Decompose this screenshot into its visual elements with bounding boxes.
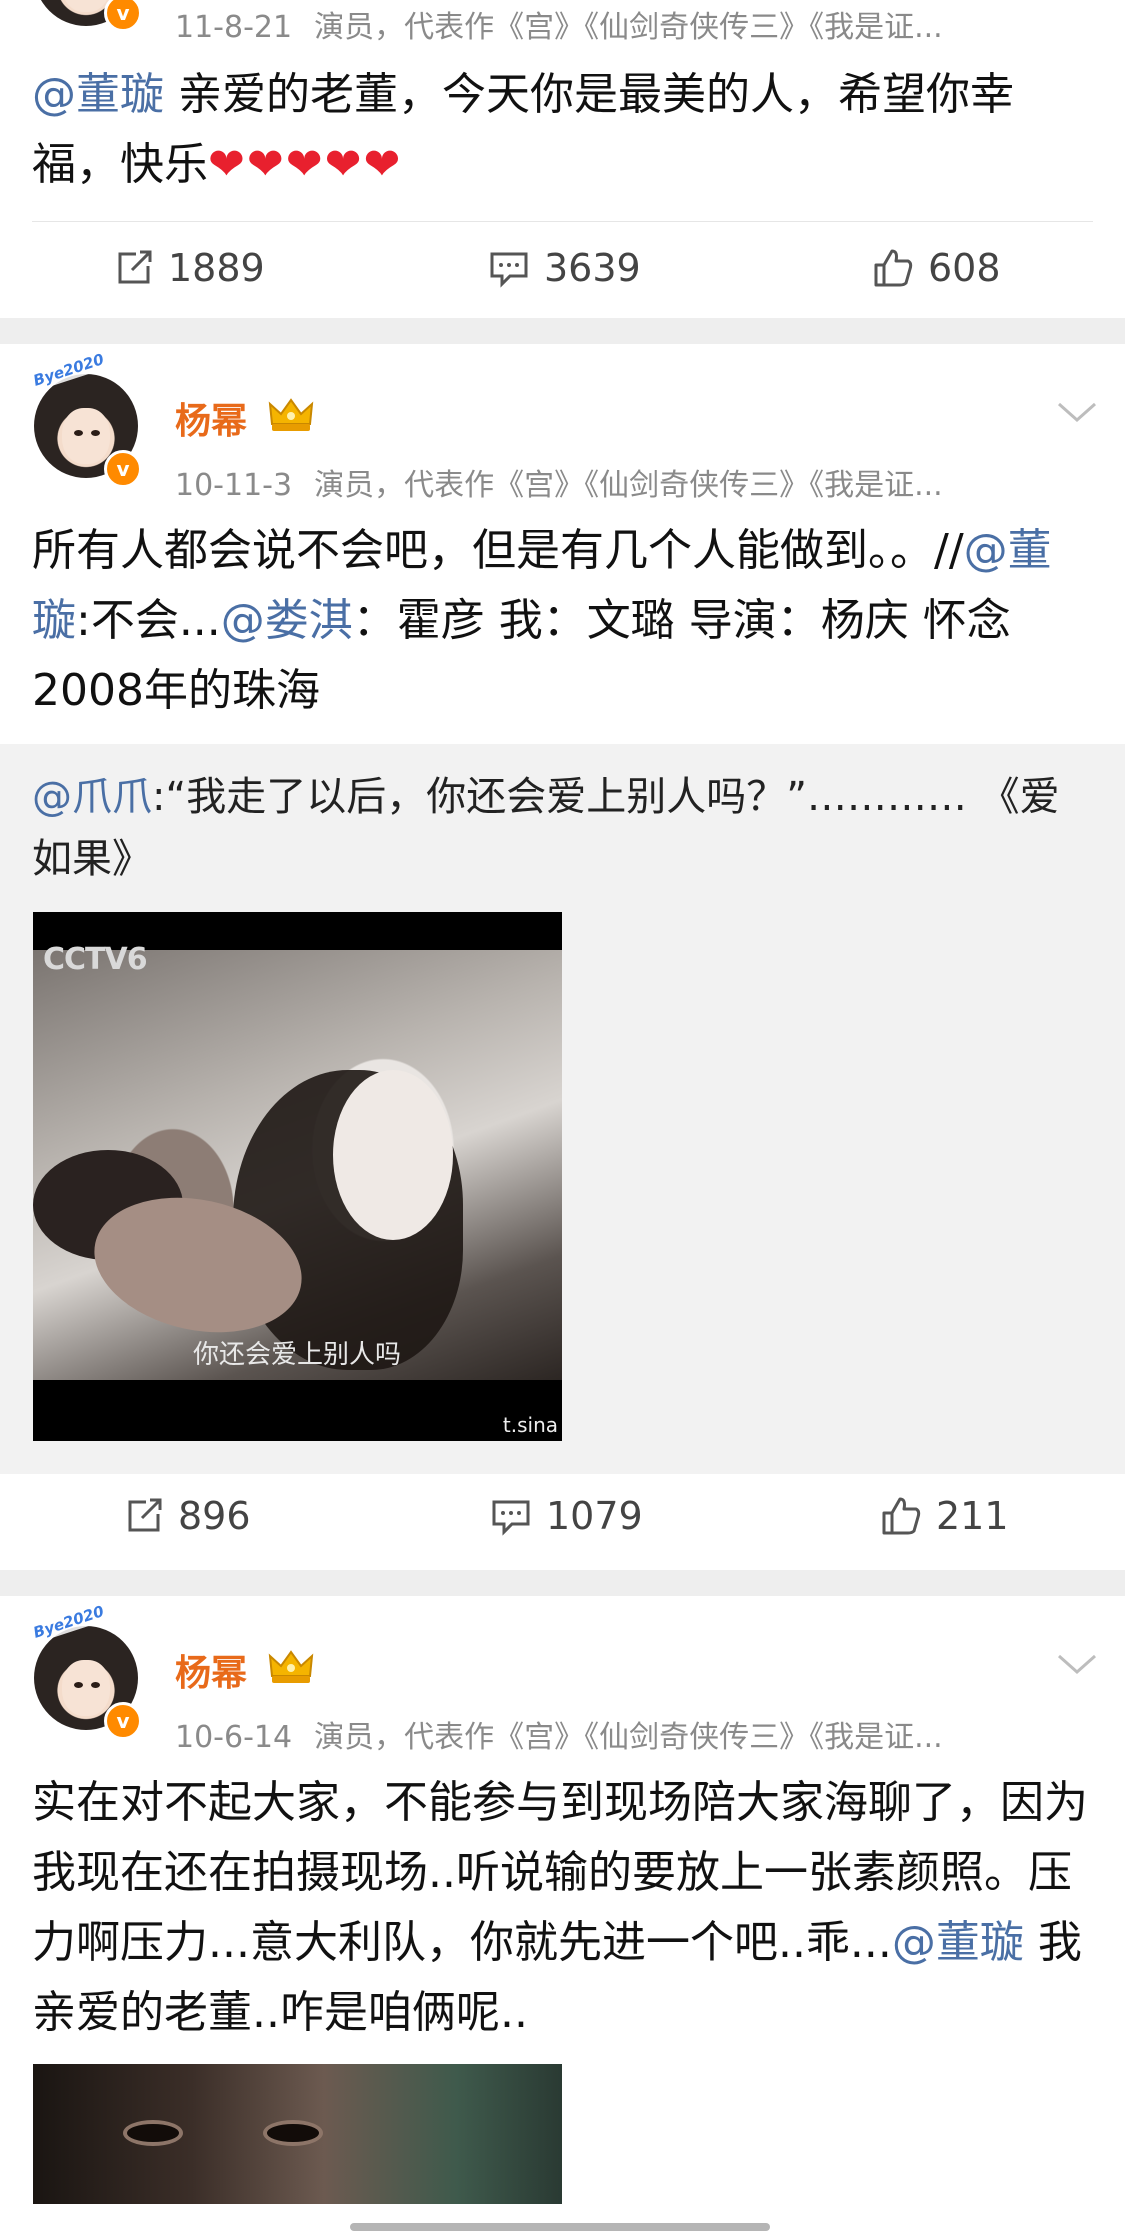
comment-count: 1079: [546, 1494, 643, 1538]
thumbs-up-icon: [874, 249, 913, 287]
home-indicator: [350, 2223, 770, 2231]
mention-link[interactable]: @董璇: [32, 69, 164, 120]
crown-badge-icon: [268, 1650, 314, 1683]
comment-icon: [490, 252, 528, 288]
retweet-body: :“我走了以后，你还会爱上别人吗？”………… 《爱 如果》: [32, 774, 1060, 882]
author-name[interactable]: 杨幂: [175, 392, 247, 444]
post-meta: 10-11-3 演员，代表作《宫》《仙剑奇侠传三》《我是证...: [175, 460, 943, 504]
post-body: 亲爱的老董，今天你是最美的人，希望你幸福，快乐: [32, 69, 1014, 190]
post-card-1: v 11-8-21 演员，代表作《宫》《仙剑奇侠传三》《我是证... @董璇 亲爱…: [0, 0, 1125, 318]
post-date: 11-8-21: [175, 10, 293, 45]
avatar-face: [62, 408, 110, 464]
post-date: 10-11-3: [175, 468, 293, 503]
mention-link[interactable]: @董璇: [892, 1917, 1024, 1968]
comment-icon: [492, 1500, 530, 1536]
author-name[interactable]: 杨幂: [175, 1644, 247, 1696]
avatar-face: [62, 0, 110, 12]
post-meta: 10-6-14 演员，代表作《宫》《仙剑奇侠传三》《我是证...: [175, 1712, 943, 1756]
comment-button[interactable]: 1079: [490, 1494, 643, 1538]
repost-button[interactable]: 896: [124, 1494, 251, 1538]
thumbs-up-icon: [882, 1497, 921, 1535]
mention-link[interactable]: @爪爪: [32, 774, 152, 820]
like-count: 608: [928, 246, 1001, 290]
comment-count: 3639: [544, 246, 641, 290]
post-body: 所有人都会说不会吧，但是有几个人能做到。。//: [32, 525, 964, 576]
like-button[interactable]: 608: [872, 246, 1001, 290]
retweeted-post[interactable]: @爪爪:“我走了以后，你还会爱上别人吗？”………… 《爱 如果》 CCTV6 你…: [0, 744, 1125, 1474]
image-detail: [123, 2120, 183, 2146]
post-text: 实在对不起大家，不能参与到现场陪大家海聊了，因为我现在还在拍摄现场..听说输的要…: [32, 1768, 1093, 2048]
avatar-eye: [91, 1682, 100, 1688]
like-count: 211: [936, 1494, 1009, 1538]
verified-badge-icon: v: [104, 0, 142, 32]
retweet-text: @爪爪:“我走了以后，你还会爱上别人吗？”………… 《爱 如果》: [32, 766, 1085, 890]
scene-shape: [333, 1070, 453, 1240]
post-card-3: Bye2020 v 杨幂 10-6-14 演员，代表作《宫》《仙剑奇侠传三》《我是…: [0, 1596, 1125, 2231]
avatar-eye: [74, 430, 83, 436]
comment-button[interactable]: 3639: [488, 246, 641, 290]
post-meta: 11-8-21 演员，代表作《宫》《仙剑奇侠传三》《我是证...: [175, 2, 943, 46]
avatar-eye: [74, 1682, 83, 1688]
chevron-down-icon[interactable]: [1057, 1652, 1097, 1676]
author-description: 演员，代表作《宫》《仙剑奇侠传三》《我是证...: [314, 468, 943, 503]
repost-count: 896: [178, 1494, 251, 1538]
divider: [32, 221, 1093, 222]
image-detail: [263, 2120, 323, 2146]
mention-link[interactable]: @娄淇: [221, 595, 353, 646]
post-text: @董璇 亲爱的老董，今天你是最美的人，希望你幸福，快乐❤❤❤❤❤: [32, 60, 1093, 200]
repost-icon: [128, 1498, 162, 1532]
crown-badge-icon: [268, 398, 314, 431]
chevron-down-icon[interactable]: [1057, 400, 1097, 424]
post-text: 所有人都会说不会吧，但是有几个人能做到。。//@董璇:不会...@娄淇：霍彦 我…: [32, 516, 1093, 726]
video-thumbnail[interactable]: CCTV6 你还会爱上别人吗 t.sina: [33, 912, 562, 1441]
post-image[interactable]: [33, 2064, 562, 2204]
avatar-eye: [91, 430, 100, 436]
avatar-tag: Bye2020: [24, 1599, 113, 1645]
channel-logo: CCTV6: [43, 942, 148, 977]
avatar-face: [62, 1660, 110, 1716]
author-description: 演员，代表作《宫》《仙剑奇侠传三》《我是证...: [314, 10, 943, 45]
avatar-tag: Bye2020: [24, 347, 113, 393]
post-body: :不会...: [76, 595, 221, 646]
heart-emojis: ❤❤❤❤❤: [208, 139, 403, 190]
video-frame: [33, 950, 562, 1380]
like-button[interactable]: 211: [880, 1494, 1009, 1538]
verified-badge-icon: v: [104, 450, 142, 488]
repost-count: 1889: [168, 246, 265, 290]
author-description: 演员，代表作《宫》《仙剑奇侠传三》《我是证...: [314, 1720, 943, 1755]
verified-badge-icon: v: [104, 1702, 142, 1740]
watermark: t.sina: [502, 1413, 558, 1437]
repost-icon: [118, 250, 152, 284]
repost-button[interactable]: 1889: [114, 246, 265, 290]
post-date: 10-6-14: [175, 1720, 293, 1755]
video-subtitle: 你还会爱上别人吗: [193, 1340, 402, 1370]
post-card-2: Bye2020 v 杨幂 10-11-3 演员，代表作《宫》《仙剑奇侠传三》《我是…: [0, 344, 1125, 1570]
